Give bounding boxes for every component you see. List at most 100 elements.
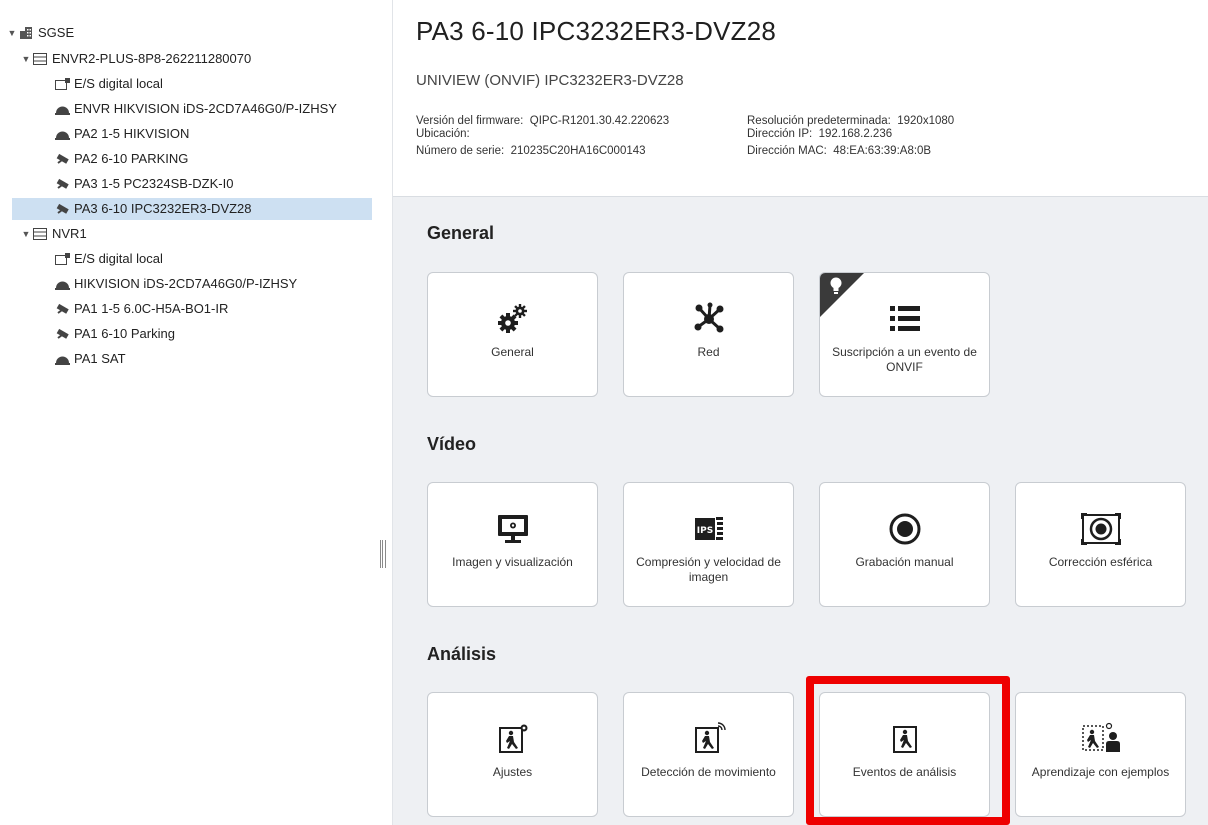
mac-value: 48:EA:63:39:A8:0B <box>833 145 932 157</box>
firmware-value: QIPC-R1201.30.42.220623 <box>529 115 670 127</box>
record-icon <box>820 511 989 547</box>
tree-node-envr-hikvision[interactable]: ENVR HIKVISION iDS-2CD7A46G0/P-IZHSY <box>50 98 337 120</box>
section-title-general: General <box>427 223 495 243</box>
svg-text:IPS: IPS <box>696 526 712 536</box>
runner-person-icon <box>1016 721 1185 757</box>
tile-fisheye-correction[interactable]: Corrección esférica <box>1015 482 1186 607</box>
gears-icon <box>428 301 597 337</box>
location-label: Ubicación: <box>416 128 470 140</box>
serial-row: Número de serie: 210235C20HA16C000143 <box>416 145 646 158</box>
tile-motion-detection[interactable]: Detección de movimiento <box>623 692 794 817</box>
resolution-label: Resolución predeterminada: <box>747 115 891 127</box>
tree-node-pa1-sat[interactable]: PA1 SAT <box>50 348 126 370</box>
bullet-camera-icon <box>54 177 70 191</box>
mac-label: Dirección MAC: <box>747 145 827 157</box>
ip-value: 192.168.2.236 <box>818 128 893 140</box>
dome-camera-icon <box>54 277 70 291</box>
panel-splitter[interactable] <box>372 0 393 825</box>
serial-value: 210235C20HA16C000143 <box>510 145 646 157</box>
tree-label: E/S digital local <box>74 251 163 266</box>
tree-label: PA1 1-5 6.0C-H5A-BO1-IR <box>74 301 229 316</box>
recorder-icon <box>32 52 48 66</box>
tree-node-pa2-6-10[interactable]: PA2 6-10 PARKING <box>50 148 188 170</box>
tree-node-pa3-6-10[interactable]: PA3 6-10 IPC3232ER3-DVZ28 <box>12 198 409 220</box>
highlight-box <box>806 676 1010 825</box>
location-row: Ubicación: <box>416 128 473 141</box>
splitter-grip-icon[interactable] <box>380 540 386 568</box>
io-port-icon <box>54 77 70 91</box>
tile-manual-recording[interactable]: Grabación manual <box>819 482 990 607</box>
tree-label: PA2 6-10 PARKING <box>74 151 189 166</box>
expand-caret-icon[interactable]: ▼ <box>6 22 18 44</box>
bullet-camera-icon <box>54 302 70 316</box>
firmware-label: Versión del firmware: <box>416 115 524 127</box>
section-title-video: Vídeo <box>427 434 477 454</box>
tile-label: Red <box>697 345 720 359</box>
tree-label: PA3 6-10 IPC3232ER3-DVZ28 <box>74 201 252 216</box>
dome-camera-icon <box>54 102 70 116</box>
tile-analysis-settings[interactable]: Ajustes <box>427 692 598 817</box>
tile-onvif-subscription[interactable]: Suscripción a un evento de ONVIF <box>819 272 990 397</box>
firmware-row: Versión del firmware: QIPC-R1201.30.42.2… <box>416 115 669 128</box>
tile-label: Aprendizaje con ejemplos <box>1031 765 1170 779</box>
dome-camera-icon <box>54 127 70 141</box>
tree-node-envr2[interactable]: ▼ ENVR2-PLUS-8P8-262211280070 <box>20 48 252 70</box>
ips-film-icon: IPS <box>624 511 793 547</box>
tile-learning-by-example[interactable]: Aprendizaje con ejemplos <box>1015 692 1186 817</box>
tree-label: HIKVISION iDS-2CD7A46G0/P-IZHSY <box>74 276 298 291</box>
resolution-row: Resolución predeterminada: 1920x1080 <box>747 115 954 128</box>
io-port-icon <box>54 252 70 266</box>
tree-label: ENVR HIKVISION iDS-2CD7A46G0/P-IZHSY <box>74 101 337 116</box>
tree-label: E/S digital local <box>74 76 163 91</box>
tree-node-pa3-1-5[interactable]: PA3 1-5 PC2324SB-DZK-I0 <box>50 173 233 195</box>
ip-label: Dirección IP: <box>747 128 813 140</box>
resolution-value: 1920x1080 <box>897 115 955 127</box>
tile-image-display[interactable]: Imagen y visualización <box>427 482 598 607</box>
bullet-camera-icon <box>54 202 70 216</box>
device-tree: ▼ SGSE ▼ ENVR2-PLUS-8P8-262211280070 E/S d… <box>0 0 409 825</box>
tree-label: PA1 6-10 Parking <box>74 326 175 341</box>
runner-gear-icon <box>428 721 597 757</box>
building-icon <box>18 26 34 40</box>
recorder-icon <box>32 227 48 241</box>
tree-label: PA2 1-5 HIKVISION <box>74 126 190 141</box>
dome-camera-icon <box>54 352 70 366</box>
monitor-icon <box>428 511 597 547</box>
tree-node-io-2[interactable]: E/S digital local <box>50 248 163 270</box>
expand-caret-icon[interactable]: ▼ <box>20 48 32 70</box>
section-title-analysis: Análisis <box>427 644 497 664</box>
tree-node-nvr1[interactable]: ▼ NVR1 <box>20 223 87 245</box>
tree-node-hikvision[interactable]: HIKVISION iDS-2CD7A46G0/P-IZHSY <box>50 273 297 295</box>
tree-node-pa1-1-5[interactable]: PA1 1-5 6.0C-H5A-BO1-IR <box>50 298 228 320</box>
tree-label: ENVR2-PLUS-8P8-262211280070 <box>52 51 252 66</box>
tile-label: Ajustes <box>492 765 533 779</box>
runner-motion-icon <box>624 721 793 757</box>
tile-label: Imagen y visualización <box>452 555 573 569</box>
tree-label: PA1 SAT <box>74 351 126 366</box>
tree-label: SGSE <box>38 25 75 40</box>
page-title: PA3 6-10 IPC3232ER3-DVZ28 <box>416 16 777 46</box>
fisheye-icon <box>1016 511 1185 547</box>
tree-node-pa2-1-5[interactable]: PA2 1-5 HIKVISION <box>50 123 189 145</box>
camera-header: PA3 6-10 IPC3232ER3-DVZ28 UNIVIEW (ONVIF… <box>393 0 1208 197</box>
tree-label: PA3 1-5 PC2324SB-DZK-I0 <box>74 176 234 191</box>
expand-caret-icon[interactable]: ▼ <box>20 223 32 245</box>
tile-compression[interactable]: IPS Compresión y velocidad de imagen <box>623 482 794 607</box>
tree-node-pa1-6-10[interactable]: PA1 6-10 Parking <box>50 323 175 345</box>
tile-label: Corrección esférica <box>1048 555 1153 569</box>
tile-label: Suscripción a un evento de ONVIF <box>832 345 977 374</box>
network-icon <box>624 301 793 337</box>
tile-general[interactable]: General <box>427 272 598 397</box>
tile-label: Compresión y velocidad de imagen <box>636 555 781 584</box>
bullet-camera-icon <box>54 327 70 341</box>
camera-model: UNIVIEW (ONVIF) IPC3232ER3-DVZ28 <box>416 72 684 89</box>
bullet-camera-icon <box>54 152 70 166</box>
tree-label: NVR1 <box>52 226 87 241</box>
serial-label: Número de serie: <box>416 145 505 157</box>
tree-node-sgse[interactable]: ▼ SGSE <box>6 22 75 44</box>
ip-row: Dirección IP: 192.168.2.236 <box>747 128 892 141</box>
tree-node-io-1[interactable]: E/S digital local <box>50 73 163 95</box>
tile-red[interactable]: Red <box>623 272 794 397</box>
tile-label: Grabación manual <box>855 555 954 569</box>
settings-panel: General General Red Suscripción a un eve… <box>393 197 1208 825</box>
